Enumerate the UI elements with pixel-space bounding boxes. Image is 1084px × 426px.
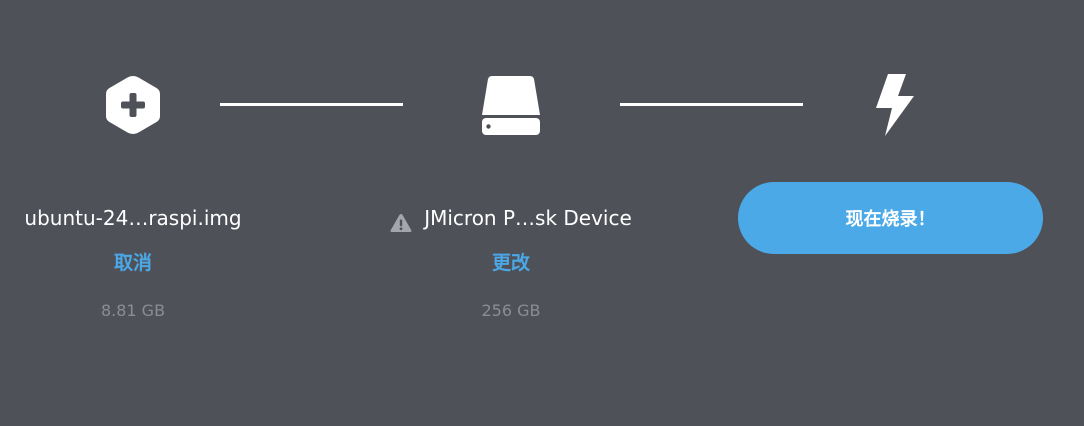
image-file-name: ubuntu-24…raspi.img bbox=[24, 206, 242, 230]
warning-triangle-icon bbox=[390, 208, 412, 232]
step-connector-line bbox=[620, 103, 803, 106]
plus-hexagon-icon bbox=[103, 73, 163, 137]
drive-icon bbox=[480, 73, 542, 137]
flash-now-button[interactable]: 现在烧录！ bbox=[738, 182, 1043, 254]
change-drive-link[interactable]: 更改 bbox=[492, 251, 530, 275]
drive-name: JMicron P…sk Device bbox=[424, 206, 632, 230]
drive-step-panel: JMicron P…sk Device 更改 256 GB bbox=[370, 200, 652, 321]
step-connector-line bbox=[220, 103, 403, 106]
lightning-bolt-icon bbox=[870, 72, 918, 138]
drive-name-row: JMicron P…sk Device bbox=[370, 200, 652, 236]
image-step-panel: ubuntu-24…raspi.img 取消 8.81 GB bbox=[0, 200, 266, 321]
cancel-image-link[interactable]: 取消 bbox=[114, 251, 152, 275]
drive-size: 256 GB bbox=[481, 301, 541, 320]
image-file-size: 8.81 GB bbox=[100, 301, 166, 320]
